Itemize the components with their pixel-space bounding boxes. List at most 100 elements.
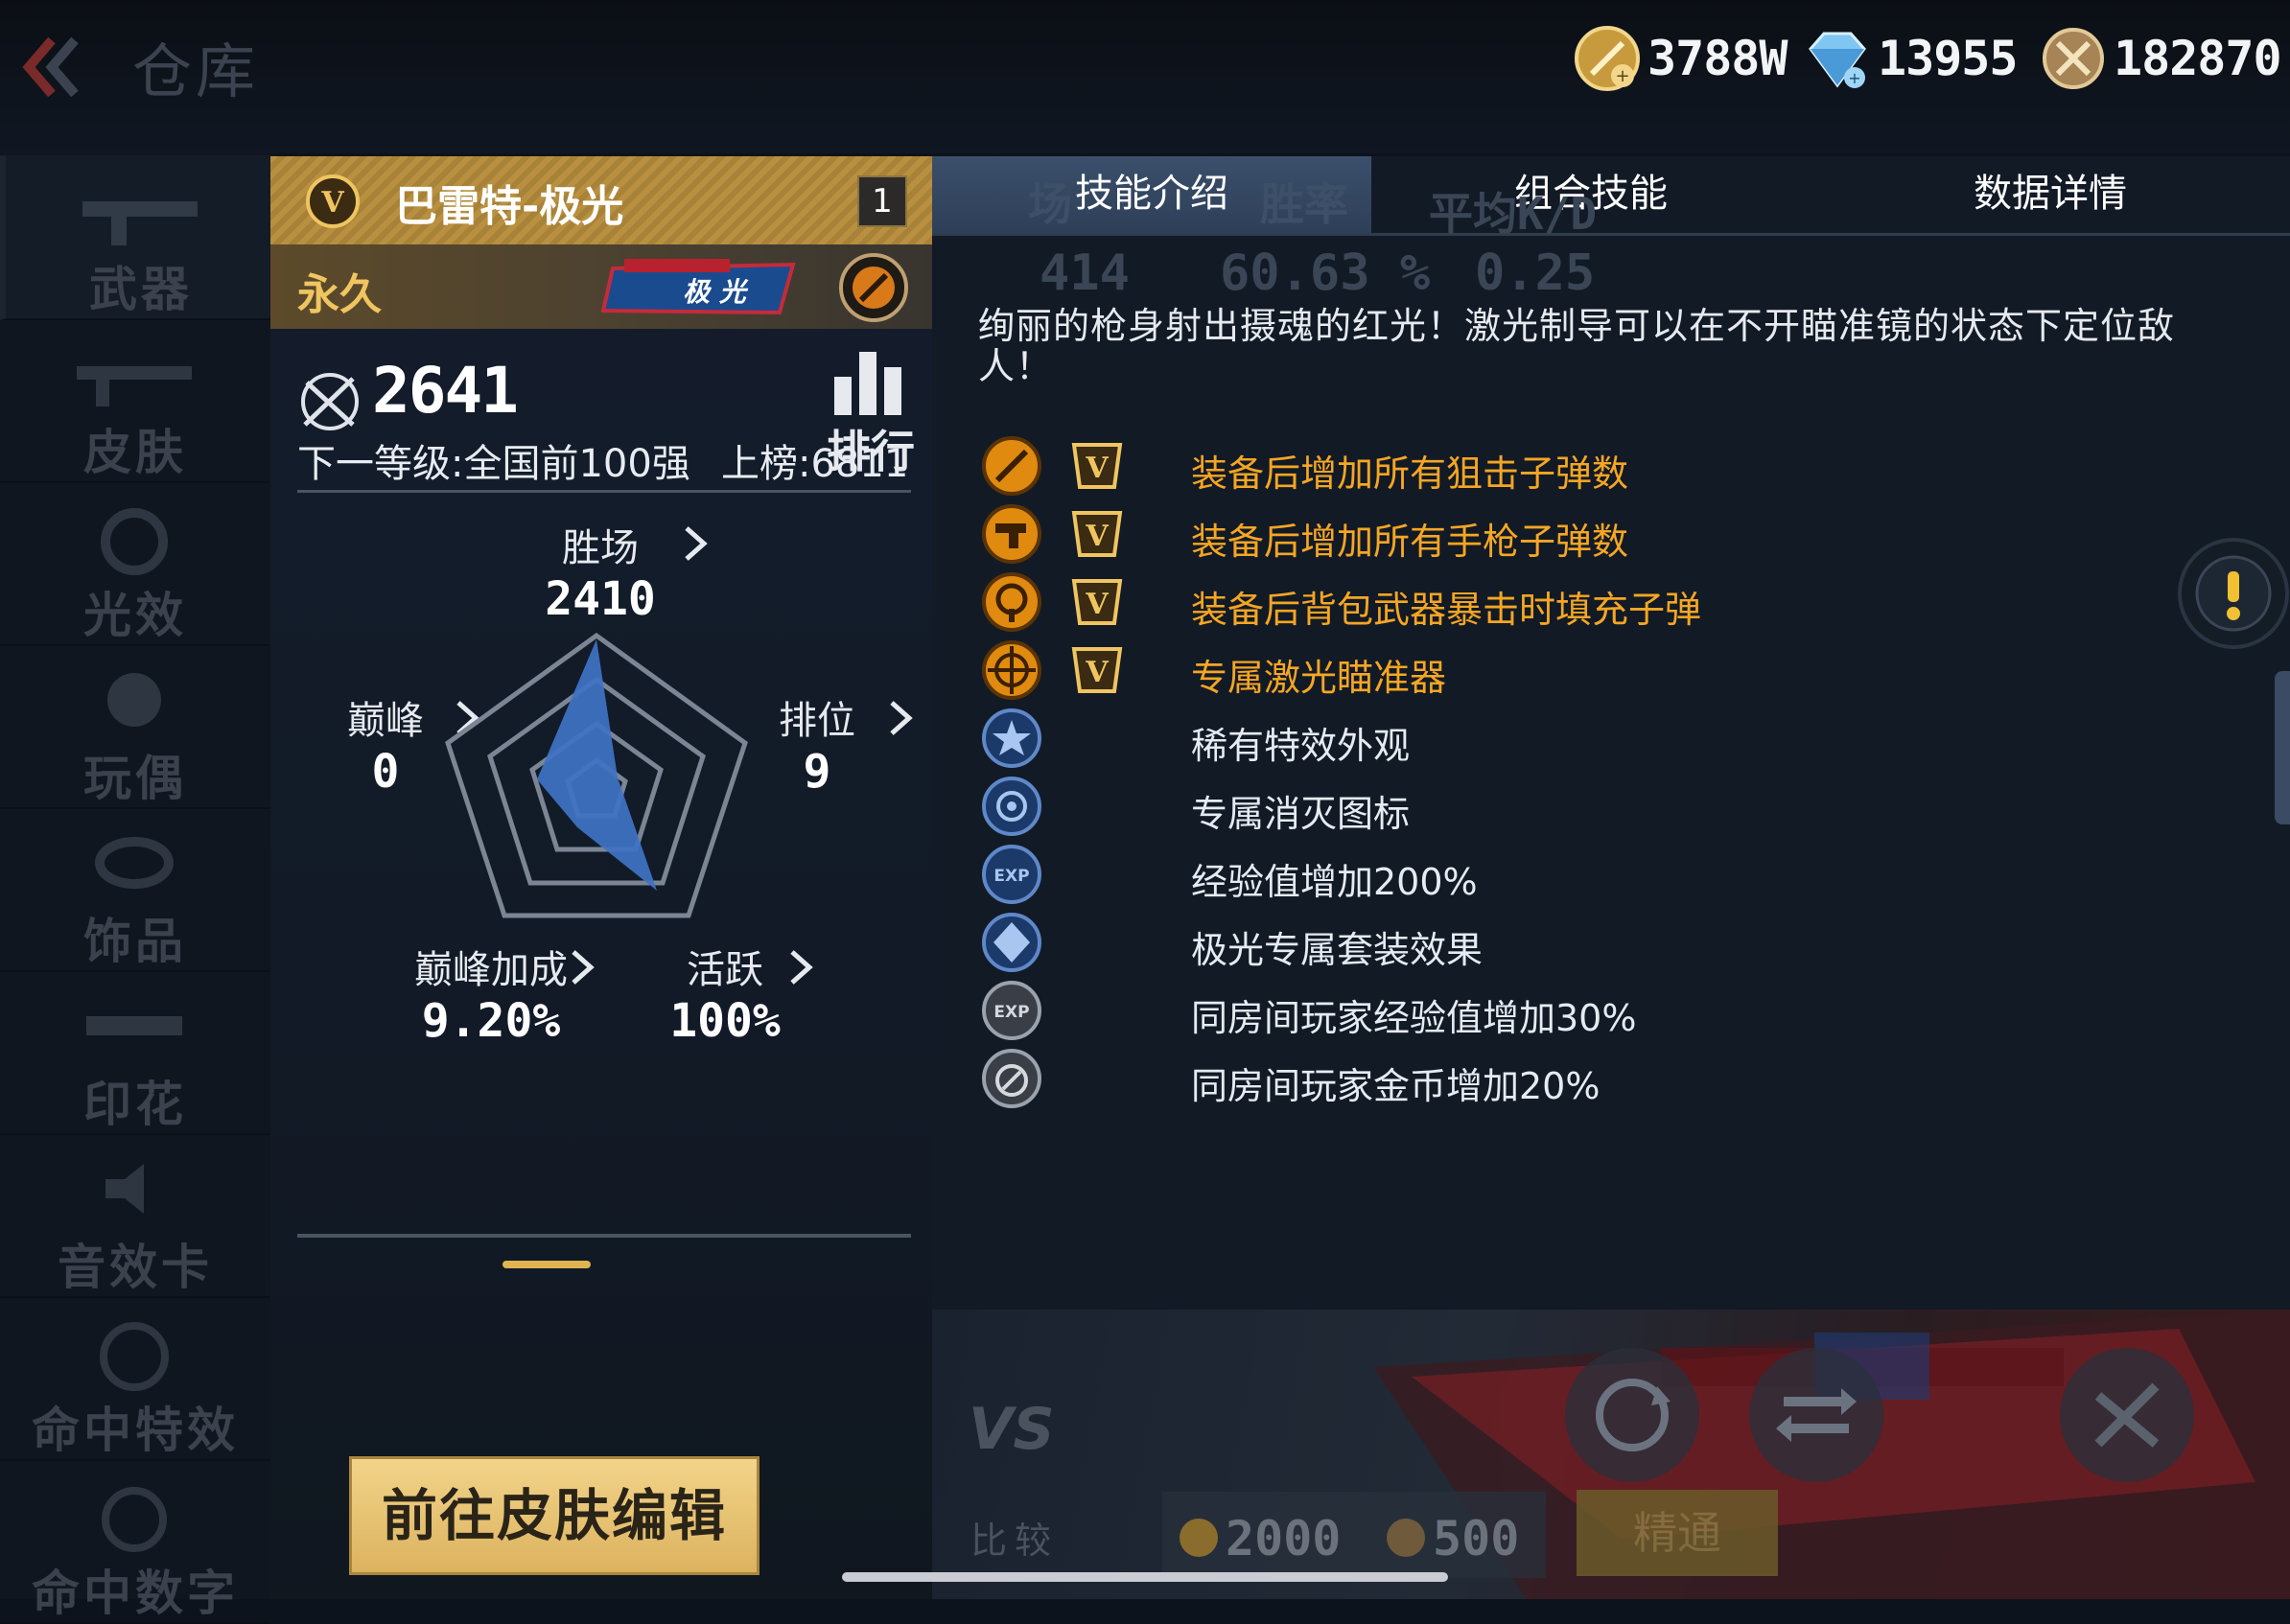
weapon-icon-button[interactable] (2060, 1348, 2194, 1482)
skill-row: V 装备后增加所有手枪子弹数 (980, 502, 2227, 566)
ghost-value: 60.63 % (1220, 244, 1431, 302)
compare-vs-label: VS (969, 1396, 1055, 1463)
room-coin-icon (982, 1049, 1041, 1108)
rank-medal-icon[interactable] (838, 252, 909, 323)
weapon-preview-scene: VS 比较 2000 500 精通 (932, 1310, 2290, 1599)
gold-amount: 3788W (1647, 31, 1788, 86)
stat-peak[interactable]: 巅峰 0 (328, 689, 443, 799)
svg-text:V: V (1085, 452, 1109, 485)
bar-chart-icon (834, 352, 901, 415)
weapon-name: 巴雷特-极光 (395, 182, 624, 231)
swap-icon (1776, 1388, 1857, 1442)
tab-data-details[interactable]: 数据详情 (1811, 156, 2290, 233)
vip-v-badge-icon: V (1071, 647, 1123, 693)
crit-refill-icon (982, 572, 1041, 632)
sniper-bullet-icon (982, 436, 1041, 496)
sidebar-item-label: 音效卡 (58, 1240, 213, 1295)
sidebar-item-light-effects[interactable]: 光效 (0, 481, 270, 646)
skill-row: EXP 经验值增加200% (980, 843, 2227, 906)
currency-diamond[interactable]: + 13955 (1803, 25, 2019, 92)
svg-text:EXP: EXP (993, 867, 1029, 886)
stat-rank-value: 9 (803, 745, 831, 799)
page-indicator (502, 1261, 591, 1268)
stat-peak-bonus-label: 巅峰加成 (414, 948, 568, 992)
light-effect-icon (101, 508, 168, 575)
chevron-right-icon[interactable] (568, 948, 596, 986)
exp-icon: EXP (982, 845, 1041, 904)
swap-view-button[interactable] (1749, 1348, 1883, 1482)
currency-honor[interactable]: 182870 (2039, 25, 2282, 92)
ghost-value: 0.25 (1475, 244, 1596, 302)
sidebar-item-sound-cards[interactable]: 音效卡 (0, 1133, 270, 1298)
sidebar-item-hit-effects[interactable]: 命中特效 (0, 1296, 270, 1461)
weapon-duration: 永久 (297, 270, 382, 319)
skill-row: 极光专属套装效果 (980, 911, 2227, 974)
divider (297, 490, 911, 493)
skill-text: 专属消灭图标 (1191, 793, 1411, 835)
chevron-right-icon[interactable] (786, 948, 815, 986)
sidebar-item-label: 命中特效 (32, 1403, 239, 1458)
svg-text:+: + (1615, 66, 1629, 86)
crossed-guns-icon (301, 373, 359, 430)
stat-active[interactable]: 活跃 100% (648, 939, 802, 1048)
diamond-icon: + (1809, 32, 1866, 88)
skill-row: V 装备后背包武器暴击时填充子弹 (980, 570, 2227, 634)
honor-price: 500 (1433, 1511, 1520, 1566)
sound-card-icon (105, 1164, 144, 1214)
side-drawer-handle[interactable] (2275, 671, 2290, 824)
leaderboard-text: 上榜:6811 (721, 442, 909, 486)
page-title: 仓库 (132, 36, 260, 106)
sidebar-item-dolls[interactable]: 玩偶 (0, 644, 270, 809)
stat-wins-value: 2410 (545, 572, 656, 626)
star-icon (982, 708, 1041, 768)
compare-label: 比较 (970, 1520, 1060, 1562)
stat-active-value: 100% (669, 994, 781, 1048)
alert-icon[interactable] (2177, 537, 2290, 650)
sidebar-item-ornaments[interactable]: 饰品 (0, 807, 270, 972)
hit-effect-icon (100, 1322, 169, 1391)
sidebar-item-label: 皮肤 (83, 425, 187, 480)
aurora-skin-tag: 极 光 (601, 259, 796, 315)
sidebar-item-label: 玩偶 (83, 751, 187, 806)
doll-icon (107, 673, 161, 727)
tab-bar: 技能介绍 组合技能 数据详情 (932, 156, 2290, 236)
sidebar-item-label: 印花 (83, 1077, 187, 1132)
sidebar-item-hit-numbers[interactable]: 命中数字 (0, 1459, 270, 1624)
sidebar-item-label: 命中数字 (32, 1566, 239, 1621)
skill-row: V 装备后增加所有狙击子弹数 (980, 434, 2227, 498)
skill-text: 同房间玩家金币增加20% (1191, 1065, 1601, 1107)
svg-text:EXP: EXP (993, 1003, 1029, 1022)
rotate-view-button[interactable] (1565, 1348, 1699, 1482)
svg-text:V: V (1085, 520, 1109, 553)
skill-row: 专属消灭图标 (980, 775, 2227, 838)
hit-number-icon (102, 1487, 167, 1552)
back-button[interactable] (12, 29, 88, 105)
weapon-description: 绚丽的枪身射出摄魂的红光！激光制导可以在不开瞄准镜的状态下定位敌人！ (978, 305, 2176, 387)
weapon-score: 2641 (372, 354, 519, 428)
stat-peak-label: 巅峰 (347, 699, 424, 743)
vip-v-badge-icon: V (1071, 579, 1123, 625)
honor-coin-icon (1387, 1519, 1425, 1557)
goto-skin-edit-button[interactable]: 前往皮肤编辑 (349, 1456, 759, 1575)
home-indicator[interactable] (842, 1572, 1448, 1582)
chevron-right-icon[interactable] (681, 524, 710, 563)
sidebar-item-decals[interactable]: 印花 (0, 970, 270, 1135)
chevron-right-icon[interactable] (886, 699, 915, 737)
room-exp-icon: EXP (982, 981, 1041, 1040)
stat-rank[interactable]: 排位 9 (759, 689, 875, 799)
compare-button[interactable]: VS 比较 (951, 1396, 1076, 1578)
kill-mark-icon (982, 777, 1041, 836)
master-button[interactable]: 精通 (1577, 1490, 1778, 1576)
skill-row: 稀有特效外观 (980, 707, 2227, 770)
skill-text: 经验值增加200% (1191, 861, 1478, 903)
stat-wins[interactable]: 胜场 2410 (543, 517, 658, 626)
sidebar-item-skins[interactable]: 皮肤 (0, 318, 270, 483)
sidebar-item-weapons[interactable]: 武器 (0, 155, 276, 320)
next-level-text: 下一等级:全国前100强 (297, 442, 690, 486)
divider (297, 1234, 911, 1238)
skin-tag-label: 极 光 (683, 276, 749, 308)
stat-peak-bonus[interactable]: 巅峰加成 9.20% (405, 939, 577, 1048)
currency-gold[interactable]: + 3788W (1573, 25, 1788, 92)
honor-coin-icon (2043, 28, 2104, 89)
diamond-suit-icon (982, 913, 1041, 972)
